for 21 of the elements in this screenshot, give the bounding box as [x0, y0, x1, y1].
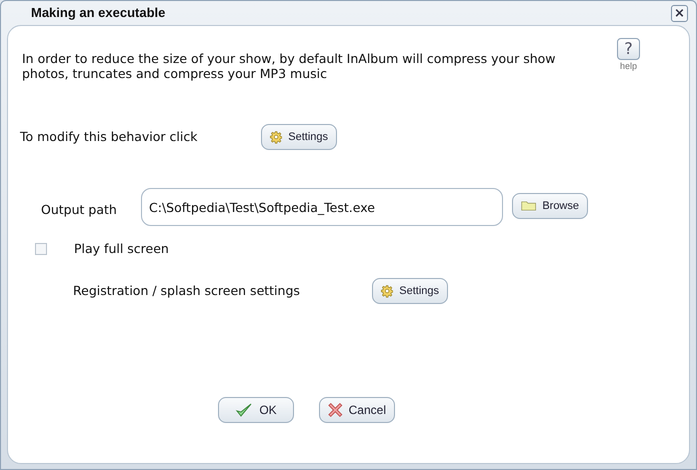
- checkbox[interactable]: [35, 243, 47, 256]
- help-label: help: [620, 60, 637, 73]
- settings-button[interactable]: Settings: [372, 278, 448, 304]
- output-path-label: Output path: [41, 201, 118, 219]
- ok-button[interactable]: OK: [218, 397, 294, 423]
- cancel-button[interactable]: Cancel: [319, 397, 395, 423]
- settings-button[interactable]: Settings: [261, 124, 337, 150]
- cross-icon: [328, 402, 343, 418]
- gear-icon: [270, 129, 282, 145]
- window-title: Making an executable: [31, 4, 166, 22]
- full-screen-label: Play full screen: [74, 240, 169, 258]
- registration-label: Registration / splash screen settings: [73, 282, 301, 300]
- folder-icon: [521, 199, 536, 213]
- help-button[interactable]: ?: [617, 38, 640, 60]
- description-text: In order to reduce the size of your show, by default InAlbum will compress your show photos, truncates and compress your MP3 music: [22, 51, 556, 81]
- modify-label: To modify this behavior click: [20, 128, 198, 146]
- output-path-field[interactable]: C:\Softpedia\Test\Softpedia_Test.exe: [141, 188, 503, 226]
- gear-icon: [381, 283, 394, 299]
- browse-button[interactable]: Browse: [512, 193, 588, 219]
- close-button[interactable]: ×: [671, 4, 688, 22]
- checkmark-icon: [235, 402, 254, 418]
